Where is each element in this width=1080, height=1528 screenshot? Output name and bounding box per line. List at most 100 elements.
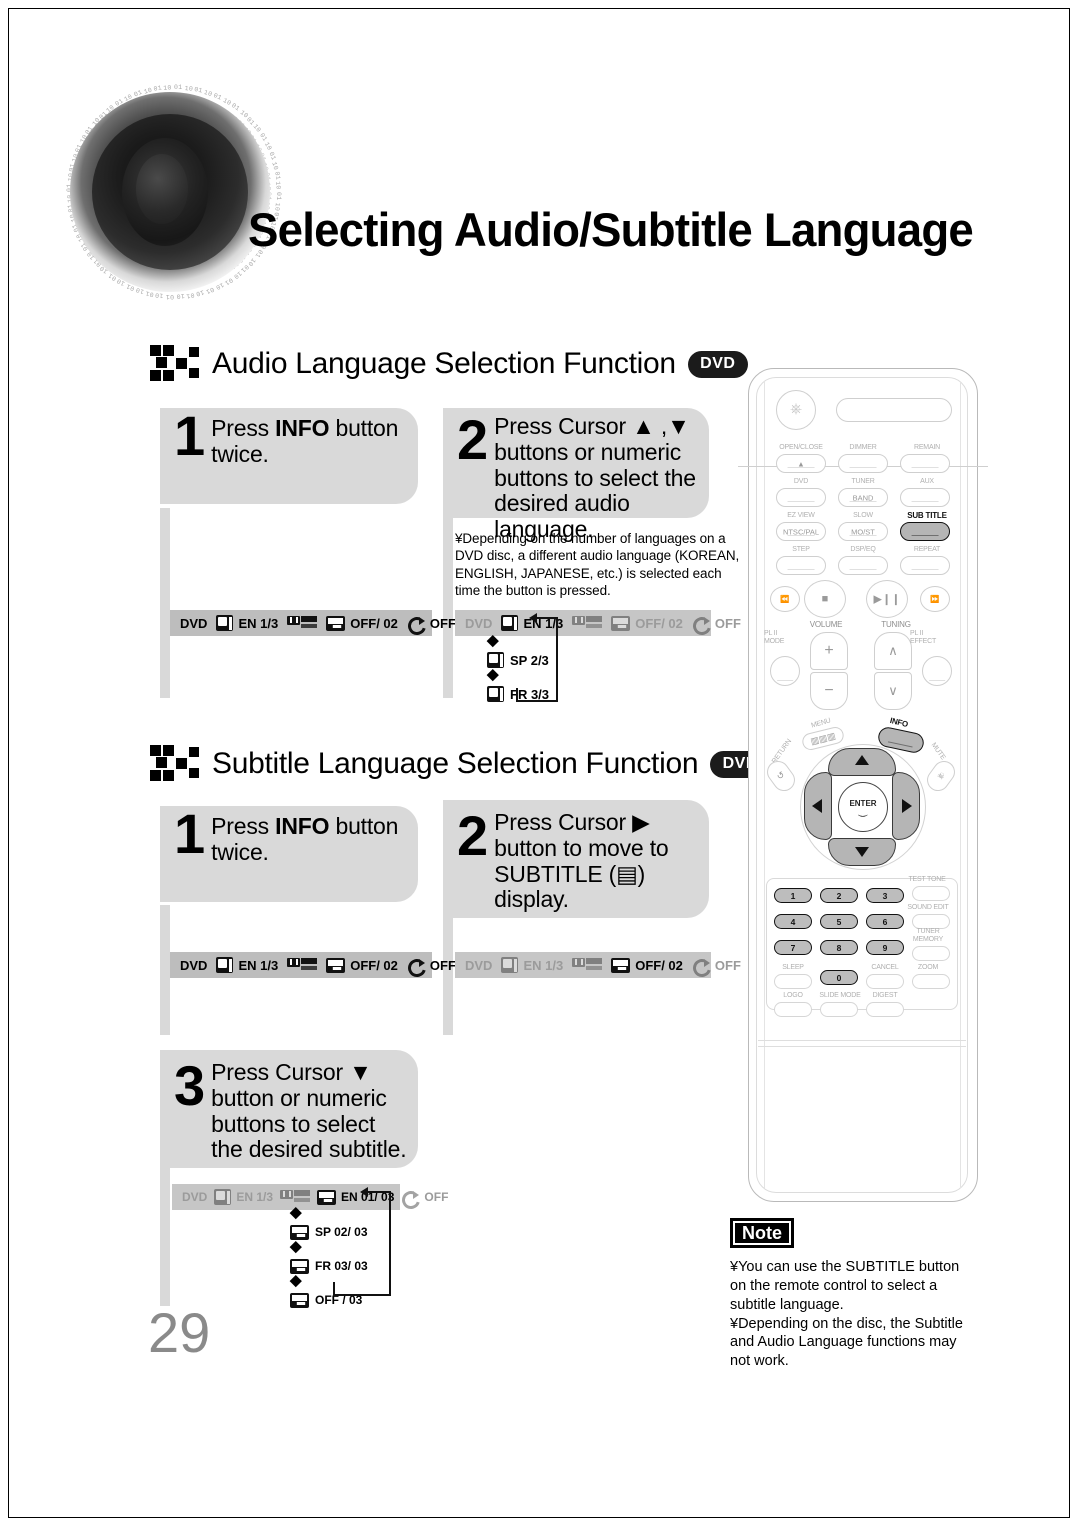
cursor-down-button[interactable]	[828, 838, 896, 866]
tuning-up-button[interactable]: ∧	[874, 632, 912, 670]
osd-disc-label: DVD	[465, 615, 493, 631]
label-open-close: OPEN/CLOSE	[779, 444, 823, 451]
next-button[interactable]: ⏩	[920, 586, 950, 612]
key-7[interactable]: 7	[774, 940, 812, 955]
chain-arrow-down-icon: ◆	[290, 1238, 302, 1255]
key-3[interactable]: 3	[866, 888, 904, 903]
repeat-icon	[692, 957, 710, 973]
step-line-3: buttons to select the	[494, 464, 696, 491]
step-line-2: button to move to	[494, 834, 669, 861]
repeat-button[interactable]	[900, 556, 950, 575]
zoom-button[interactable]	[912, 974, 950, 989]
logo-button[interactable]	[774, 1002, 812, 1017]
cursor-up-button[interactable]	[828, 748, 896, 776]
osd-bar-subtitle-left: DVD EN 1/3 OFF/ 02 OFF	[170, 952, 456, 978]
dolby-digital-icon	[287, 615, 318, 631]
slow-mo-st-button[interactable]: MO/ST	[838, 522, 888, 541]
slide-mode-button[interactable]	[820, 1002, 858, 1017]
step-line-3: buttons to select	[211, 1110, 376, 1137]
osd-repeat: OFF	[692, 615, 741, 631]
note-tag: Note	[730, 1218, 794, 1248]
osd-disc-label: DVD	[465, 957, 493, 973]
prev-button[interactable]: ⏪	[770, 586, 800, 612]
chain-arrow-down-icon: ◆	[487, 632, 499, 649]
play-pause-button[interactable]: ▶❙❙	[866, 580, 908, 618]
label-pl2-effect: PL II EFFECT	[910, 630, 937, 646]
repeat-icon	[407, 615, 425, 631]
section-header-subtitle: Subtitle Language Selection Function DVD	[150, 742, 771, 786]
osd-disc-label: DVD	[182, 1190, 208, 1204]
chain-item: FR 03/ 03	[290, 1256, 368, 1276]
subtitle-button[interactable]	[900, 522, 950, 541]
label-dsp-eq: DSP/EQ	[850, 546, 876, 553]
digest-button[interactable]	[866, 1002, 904, 1017]
tuner-memory-button[interactable]	[912, 946, 950, 961]
step-box-subtitle-3: 3 Press Cursor ▼ button or numeric butto…	[160, 1050, 418, 1168]
label-pl2-mode: PL II MODE	[764, 630, 785, 646]
tuning-down-button[interactable]: ∨	[874, 672, 912, 710]
osd-audio-label: EN 1/3	[523, 957, 564, 973]
step-text: Press INFO button twice.	[211, 408, 398, 468]
label-tuning: TUNING	[881, 620, 911, 629]
remain-button[interactable]	[900, 454, 950, 473]
test-tone-button[interactable]	[912, 886, 950, 901]
audio-language-icon	[216, 615, 234, 631]
osd-bar-subtitle-right: DVD EN 1/3 OFF/ 02 OFF	[455, 952, 741, 978]
step-text-c: button	[329, 415, 399, 441]
osd-repeat-label: OFF	[424, 1190, 449, 1204]
volume-down-button[interactable]: −	[810, 672, 848, 710]
loop-line-horizontal	[516, 700, 558, 702]
step-button[interactable]	[776, 556, 826, 575]
cursor-right-button[interactable]	[892, 772, 920, 840]
cancel-button[interactable]	[866, 974, 904, 989]
loop-line-vertical	[556, 618, 558, 702]
checkered-flag-icon	[150, 742, 208, 786]
cursor-left-button[interactable]	[804, 772, 832, 840]
key-4[interactable]: 4	[774, 914, 812, 929]
osd-subtitle: OFF/ 02	[326, 957, 398, 973]
key-5[interactable]: 5	[820, 914, 858, 929]
pl2-effect-button[interactable]	[922, 656, 952, 686]
osd-audio-label: EN 1/3	[238, 615, 279, 631]
osd-subtitle-label: OFF/ 02	[635, 615, 683, 631]
tuner-band-button[interactable]: BAND	[838, 488, 888, 507]
step-line-1: Press Cursor ▼	[211, 1059, 372, 1085]
key-8[interactable]: 8	[820, 940, 858, 955]
ez-view-ntsc-pal-button[interactable]: NTSC/PAL	[776, 522, 826, 541]
dvd-button[interactable]	[776, 488, 826, 507]
dimmer-button[interactable]	[838, 454, 888, 473]
chain-arrow-down-icon: ◆	[290, 1272, 302, 1289]
osd-disc: DVD	[465, 958, 492, 973]
key-0[interactable]: 0	[820, 970, 858, 985]
step-line-2: buttons or numeric	[494, 438, 682, 465]
power-button[interactable]: ⎈	[776, 390, 816, 430]
step-box-audio-1: 1 Press INFO button twice.	[160, 408, 418, 504]
aux-button[interactable]	[900, 488, 950, 507]
osd-repeat-label: OFF	[429, 615, 456, 631]
chain-label: SP 2/3	[510, 652, 549, 668]
key-9[interactable]: 9	[866, 940, 904, 955]
dsp-eq-button[interactable]	[838, 556, 888, 575]
osd-subtitle-label: OFF/ 02	[635, 957, 683, 973]
subtitle-icon	[290, 1292, 309, 1308]
key-2[interactable]: 2	[820, 888, 858, 903]
step-line-1: Press Cursor ▶	[494, 809, 650, 835]
key-1[interactable]: 1	[774, 888, 812, 903]
stop-button[interactable]: ■	[804, 580, 846, 618]
page-header: 01 10 01 10 01 10 01 10 01 10 01 10 01 10 01 10 01 10 01 10…	[66, 82, 974, 312]
column-guide-left-2	[160, 905, 170, 1035]
label-sub-title: SUB TITLE	[907, 511, 947, 520]
enter-button[interactable]: ENTER ⏝	[838, 782, 888, 832]
open-close-button[interactable]: ▲	[776, 454, 826, 473]
osd-disc: DVD	[180, 616, 207, 631]
sound-edit-button[interactable]	[912, 914, 950, 929]
osd-audio-label: EN 1/3	[238, 957, 279, 973]
step-box-subtitle-1: 1 Press INFO button twice.	[160, 806, 418, 902]
key-6[interactable]: 6	[866, 914, 904, 929]
sleep-button[interactable]	[774, 974, 812, 989]
subtitle-icon	[290, 1258, 309, 1274]
audio-language-icon	[216, 957, 234, 973]
osd-repeat-label: OFF	[714, 615, 741, 631]
label-aux: AUX	[920, 478, 934, 485]
pl2-mode-button[interactable]	[770, 656, 800, 686]
